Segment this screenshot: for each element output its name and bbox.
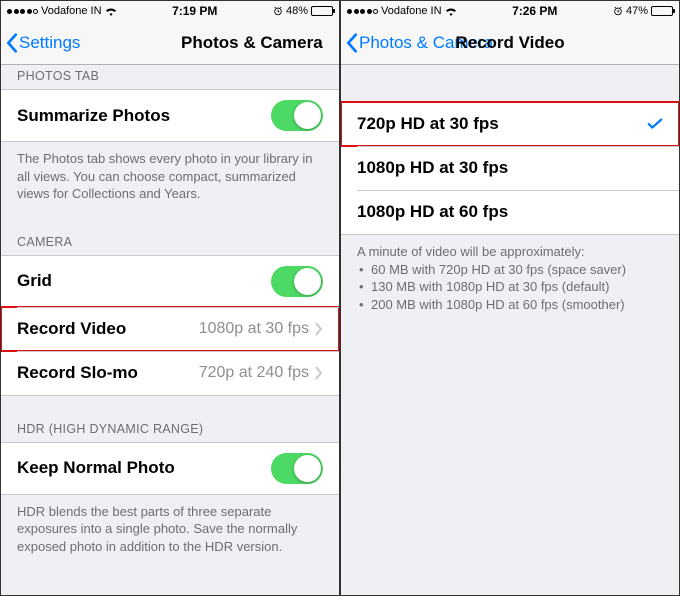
option-720p-30fps[interactable]: 720p HD at 30 fps — [341, 102, 679, 146]
battery-icon — [311, 6, 333, 16]
carrier-label: Vodafone IN — [41, 5, 102, 17]
footer-hdr: HDR blends the best parts of three separ… — [1, 495, 339, 572]
footer-item: 60 MB with 720p HD at 30 fps (space save… — [357, 261, 663, 279]
back-label: Settings — [19, 33, 80, 53]
chevron-right-icon — [315, 322, 323, 336]
option-label: 720p HD at 30 fps — [357, 114, 647, 134]
row-record-video[interactable]: Record Video 1080p at 30 fps — [1, 307, 339, 351]
chevron-right-icon — [315, 366, 323, 380]
section-header-hdr: HDR (HIGH DYNAMIC RANGE) — [1, 396, 339, 442]
screen-photos-camera: Vodafone IN 7:19 PM 48% Settings Photos … — [1, 1, 339, 595]
section-header-camera: CAMERA — [1, 219, 339, 255]
cell-value: 720p at 240 fps — [199, 364, 309, 382]
toggle-summarize-photos[interactable] — [271, 100, 323, 131]
battery-icon — [651, 6, 673, 16]
cell-label: Grid — [17, 271, 271, 291]
back-button[interactable]: Settings — [1, 32, 80, 54]
toggle-grid[interactable] — [271, 266, 323, 297]
clock-label: 7:26 PM — [512, 4, 557, 18]
option-label: 1080p HD at 60 fps — [357, 202, 663, 222]
footer-intro: A minute of video will be approximately: — [357, 243, 663, 261]
signal-strength-icon — [7, 9, 38, 14]
option-label: 1080p HD at 30 fps — [357, 158, 663, 178]
cell-label: Record Video — [17, 319, 199, 339]
nav-bar: Photos & Camera Record Video — [341, 21, 679, 65]
wifi-icon — [445, 6, 457, 16]
signal-strength-icon — [347, 9, 378, 14]
row-keep-normal-photo[interactable]: Keep Normal Photo — [1, 443, 339, 494]
status-bar: Vodafone IN 7:19 PM 48% — [1, 1, 339, 21]
carrier-label: Vodafone IN — [381, 5, 442, 17]
cell-label: Keep Normal Photo — [17, 458, 271, 478]
checkmark-icon — [647, 117, 663, 131]
toggle-keep-normal-photo[interactable] — [271, 453, 323, 484]
footer-video-sizes: A minute of video will be approximately:… — [341, 235, 679, 329]
footer-item: 200 MB with 1080p HD at 60 fps (smoother… — [357, 296, 663, 314]
cell-value: 1080p at 30 fps — [199, 320, 309, 338]
battery-percent-label: 47% — [626, 5, 648, 17]
footer-item: 130 MB with 1080p HD at 30 fps (default) — [357, 278, 663, 296]
option-1080p-60fps[interactable]: 1080p HD at 60 fps — [341, 190, 679, 234]
nav-bar: Settings Photos & Camera — [1, 21, 339, 65]
back-button[interactable]: Photos & Camera — [341, 32, 493, 54]
cell-label: Summarize Photos — [17, 106, 271, 126]
footer-summarize: The Photos tab shows every photo in your… — [1, 142, 339, 219]
screen-record-video: Vodafone IN 7:26 PM 47% Photos & Camera … — [339, 1, 679, 595]
cell-label: Record Slo-mo — [17, 363, 199, 383]
alarm-icon — [613, 6, 623, 16]
back-label: Photos & Camera — [359, 33, 493, 53]
battery-percent-label: 48% — [286, 5, 308, 17]
row-summarize-photos[interactable]: Summarize Photos — [1, 90, 339, 141]
status-bar: Vodafone IN 7:26 PM 47% — [341, 1, 679, 21]
section-header-photos-tab: PHOTOS TAB — [1, 65, 339, 89]
row-record-slomo[interactable]: Record Slo-mo 720p at 240 fps — [1, 351, 339, 395]
clock-label: 7:19 PM — [172, 4, 217, 18]
alarm-icon — [273, 6, 283, 16]
row-grid[interactable]: Grid — [1, 256, 339, 307]
option-1080p-30fps[interactable]: 1080p HD at 30 fps — [341, 146, 679, 190]
wifi-icon — [105, 6, 117, 16]
